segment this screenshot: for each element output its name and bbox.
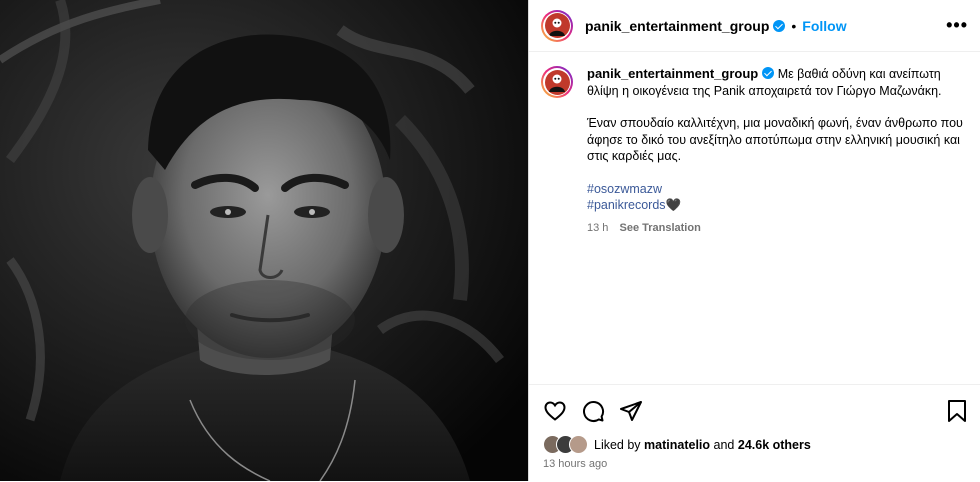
hashtag-link[interactable]: #panikrecords	[587, 198, 666, 212]
verified-badge-icon	[773, 19, 786, 32]
caption-line-2: Έναν σπουδαίο καλλιτέχνη, μια μοναδική φ…	[587, 116, 963, 163]
others-count-link[interactable]: 24.6k others	[738, 438, 811, 452]
author-username[interactable]: panik_entertainment_group	[585, 18, 769, 34]
post-actions: Liked by matinatelio and 24.6k others 13…	[529, 384, 980, 482]
see-translation-link[interactable]: See Translation	[619, 222, 700, 234]
hashtags: #osozwmazw #panikrecords🖤	[587, 181, 967, 214]
liker-avatar	[569, 435, 588, 454]
save-bookmark-icon[interactable]	[946, 399, 968, 423]
caption-meta: 13 h See Translation	[587, 220, 967, 237]
post-header: panik_entertainment_group • Follow •••	[529, 0, 980, 52]
liked-by-prefix: Liked by	[594, 437, 641, 452]
separator-dot: •	[791, 17, 797, 34]
share-send-icon[interactable]	[619, 399, 643, 423]
likes-summary[interactable]: Liked by matinatelio and 24.6k others	[543, 435, 811, 454]
caption-username[interactable]: panik_entertainment_group	[587, 66, 758, 81]
post-caption: panik_entertainment_group Με βαθιά οδύνη…	[529, 52, 980, 236]
caption-body: panik_entertainment_group Με βαθιά οδύνη…	[587, 66, 967, 236]
caption-timestamp[interactable]: 13 h	[587, 222, 608, 234]
verified-badge-icon	[762, 67, 775, 79]
and-label: and	[713, 437, 735, 452]
post-details-panel: panik_entertainment_group • Follow ••• p…	[528, 0, 980, 481]
author-avatar[interactable]	[541, 9, 573, 42]
like-heart-icon[interactable]	[543, 399, 567, 423]
liked-by-user-link[interactable]: matinatelio	[644, 438, 710, 452]
post-dialog: panik_entertainment_group • Follow ••• p…	[0, 0, 980, 481]
panik-logo-icon	[549, 74, 565, 92]
follow-button[interactable]: Follow	[802, 18, 846, 34]
caption-author-avatar[interactable]	[541, 66, 573, 98]
comment-icon[interactable]	[581, 399, 605, 423]
hashtag-link[interactable]: #osozwmazw	[587, 181, 967, 198]
portrait-photo	[0, 0, 528, 481]
more-options-icon[interactable]: •••	[946, 15, 968, 36]
post-image[interactable]	[0, 0, 528, 481]
black-heart-emoji: 🖤	[665, 198, 682, 212]
panik-logo-icon	[549, 18, 565, 36]
post-time-ago[interactable]: 13 hours ago	[543, 458, 607, 470]
